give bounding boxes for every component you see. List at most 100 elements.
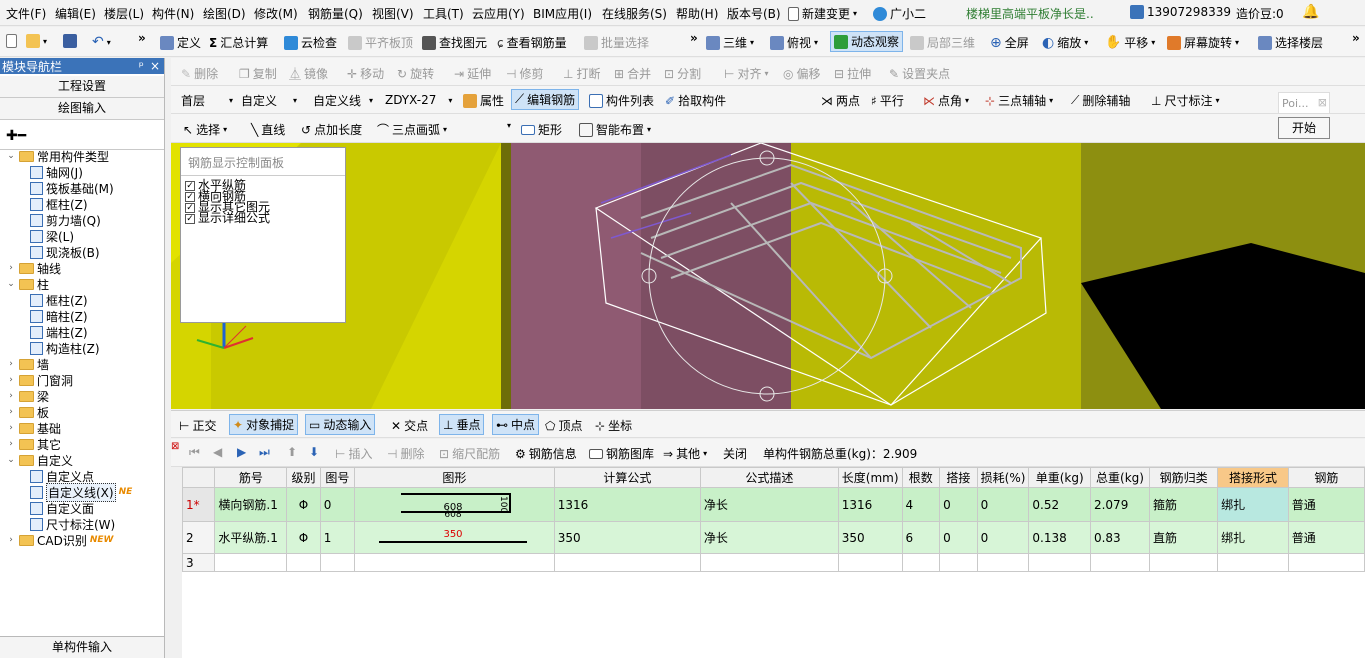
close-grid-button[interactable]: 关闭 [723, 445, 747, 462]
perpendicular-toggle[interactable]: ⊥ 垂点 [439, 414, 485, 435]
column-header[interactable]: 钢筋 [1287, 467, 1365, 488]
table-cell[interactable]: 350 [553, 521, 701, 554]
column-header[interactable]: 级别 [286, 467, 321, 488]
table-cell[interactable]: 1316 [553, 487, 701, 522]
start-button[interactable]: 开始 [1278, 117, 1330, 139]
assistant-button[interactable]: 广小二 [873, 5, 926, 22]
checkbox[interactable]: ✓ [185, 202, 195, 213]
expand-all-icon[interactable]: ✚ [6, 128, 18, 144]
undo-icon[interactable]: ↶ ▾ [92, 34, 111, 50]
fullscreen-button[interactable]: ⊕ 全屏 [990, 34, 1029, 51]
tree-item[interactable]: › 轴线 [6, 260, 61, 276]
column-header[interactable]: 单重(kg) [1028, 467, 1091, 488]
menu-floor[interactable]: 楼层(L) [104, 5, 144, 22]
single-input-button[interactable]: 单构件输入 [0, 636, 164, 658]
local-3d-button[interactable]: 局部三维 [910, 34, 975, 51]
rotate-button[interactable]: ↻ 旋转 [397, 65, 434, 82]
rect-button[interactable]: 矩形 [521, 121, 562, 138]
element-list-button[interactable]: 构件列表 [589, 92, 654, 109]
table-cell[interactable]: 350 [837, 521, 903, 554]
arc-options-dropdown[interactable]: ▾ [507, 121, 511, 130]
table-cell[interactable]: Φ [286, 487, 321, 522]
table-cell[interactable]: 0.138 [1028, 521, 1091, 554]
table-cell[interactable]: 6 [901, 521, 941, 554]
rebar-display-option[interactable]: ✓ 显示详细公式 [181, 212, 345, 224]
checkbox[interactable]: ✓ [185, 180, 195, 191]
tree-item[interactable]: › 墙 [6, 356, 49, 372]
column-header[interactable]: 搭接形式 [1217, 467, 1289, 488]
table-cell[interactable] [286, 553, 321, 572]
first-record-icon[interactable]: ⏮ [189, 445, 200, 460]
move-down-icon[interactable]: ⬇ [309, 445, 319, 459]
table-cell[interactable] [553, 553, 701, 572]
drawing-input-button[interactable]: 绘图输入 [0, 98, 164, 120]
menu-online[interactable]: 在线服务(S) [602, 5, 667, 22]
expand-icon[interactable]: › [6, 407, 16, 417]
table-cell[interactable]: 4 [901, 487, 941, 522]
table-cell[interactable]: 0.52 [1028, 487, 1091, 522]
menu-tools[interactable]: 工具(T) [423, 5, 464, 22]
table-cell[interactable]: 0 [319, 487, 355, 522]
menu-view[interactable]: 视图(V) [372, 5, 414, 22]
column-header[interactable]: 损耗(%) [976, 467, 1030, 488]
tree-item[interactable]: 暗柱(Z) [30, 308, 88, 324]
pan-button[interactable]: ✋ 平移 ▾ [1105, 34, 1155, 51]
menu-help[interactable]: 帮助(H) [676, 5, 718, 22]
tree-item[interactable]: › 梁 [6, 388, 49, 404]
collapse-icon[interactable]: ⌄ [6, 279, 16, 289]
bell-icon[interactable]: 🔔 [1302, 4, 1319, 20]
rebar-library-button[interactable]: 钢筋图库 [589, 445, 654, 462]
trim-button[interactable]: ⊣ 修剪 [506, 65, 543, 82]
expand-icon[interactable]: › [6, 423, 16, 433]
three-point-arc-button[interactable]: ⌒ 三点画弧 ▾ [377, 121, 447, 138]
table-cell[interactable] [901, 553, 941, 572]
category-select[interactable]: 自定义 ▾ [241, 90, 307, 110]
column-header[interactable]: 计算公式 [553, 467, 701, 488]
tree-item[interactable]: › 门窗洞 [6, 372, 73, 388]
column-header[interactable]: 图号 [319, 467, 355, 488]
point-length-button[interactable]: ↺ 点加长度 [301, 121, 362, 138]
pick-element-button[interactable]: ✐ 拾取构件 [665, 92, 726, 109]
tree-item[interactable]: 自定义面 [30, 500, 94, 516]
table-cell[interactable] [1217, 553, 1289, 572]
define-button[interactable]: 定义 [160, 34, 201, 51]
column-header[interactable]: 筋号 [214, 467, 288, 488]
table-row[interactable]: 1* 横向钢筋.1 Φ 0 608 608 100 1316 净长 1316 4 0 0 0.52 2.07… [181, 487, 1365, 522]
split-button[interactable]: ⊡ 分割 [664, 65, 701, 82]
pin-icon[interactable]: ᵖ [139, 59, 144, 73]
column-header[interactable]: 公式描述 [699, 467, 839, 488]
offset-button[interactable]: ◎ 偏移 [783, 65, 821, 82]
insert-button[interactable]: ⊢ 插入 [335, 445, 372, 462]
table-cell[interactable] [1149, 553, 1219, 572]
column-header[interactable]: 图形 [353, 467, 555, 488]
flat-slab-top-button[interactable]: 平齐板顶 [348, 34, 413, 51]
tree-item[interactable]: › 其它 [6, 436, 61, 452]
table-cell[interactable] [976, 553, 1030, 572]
open-file-icon[interactable]: ▾ [26, 34, 47, 48]
3d-viewport[interactable] [171, 143, 1365, 409]
mirror-button[interactable]: ⏅ 镜像 [289, 65, 328, 82]
expand-icon[interactable]: › [6, 439, 16, 449]
zoom-button[interactable]: ◐ 缩放 ▾ [1042, 34, 1088, 51]
select-floor-button[interactable]: 选择楼层 [1258, 34, 1323, 51]
table-cell[interactable]: 普通 [1287, 487, 1365, 522]
table-cell[interactable]: 箍筋 [1149, 487, 1219, 522]
table-cell[interactable] [939, 553, 978, 572]
smart-layout-button[interactable]: 智能布置 ▾ [579, 121, 651, 138]
table-cell[interactable]: 1316 [837, 487, 903, 522]
find-element-button[interactable]: 查找图元 [422, 34, 487, 51]
dynamic-view-button[interactable]: 动态观察 [830, 31, 904, 52]
table-row[interactable]: 3 [181, 553, 1365, 572]
checkbox[interactable]: ✓ [185, 191, 195, 202]
edit-rebar-button[interactable]: ⟋ 编辑钢筋 [511, 89, 580, 110]
delete-button[interactable]: ✎ 删除 [181, 65, 218, 82]
tree-item[interactable]: 端柱(Z) [30, 324, 88, 340]
tree-item[interactable]: 框柱(Z) [30, 196, 88, 212]
column-header[interactable]: 长度(mm) [837, 467, 903, 488]
more-tools-icon-3[interactable]: » [1352, 31, 1360, 45]
dynamic-input-toggle[interactable]: ▭ 动态输入 [305, 414, 376, 435]
next-record-icon[interactable]: ▶ [237, 445, 246, 459]
expand-icon[interactable]: › [6, 375, 16, 385]
expand-icon[interactable]: › [6, 391, 16, 401]
new-change-button[interactable]: 新建变更 ▾ [788, 5, 857, 22]
